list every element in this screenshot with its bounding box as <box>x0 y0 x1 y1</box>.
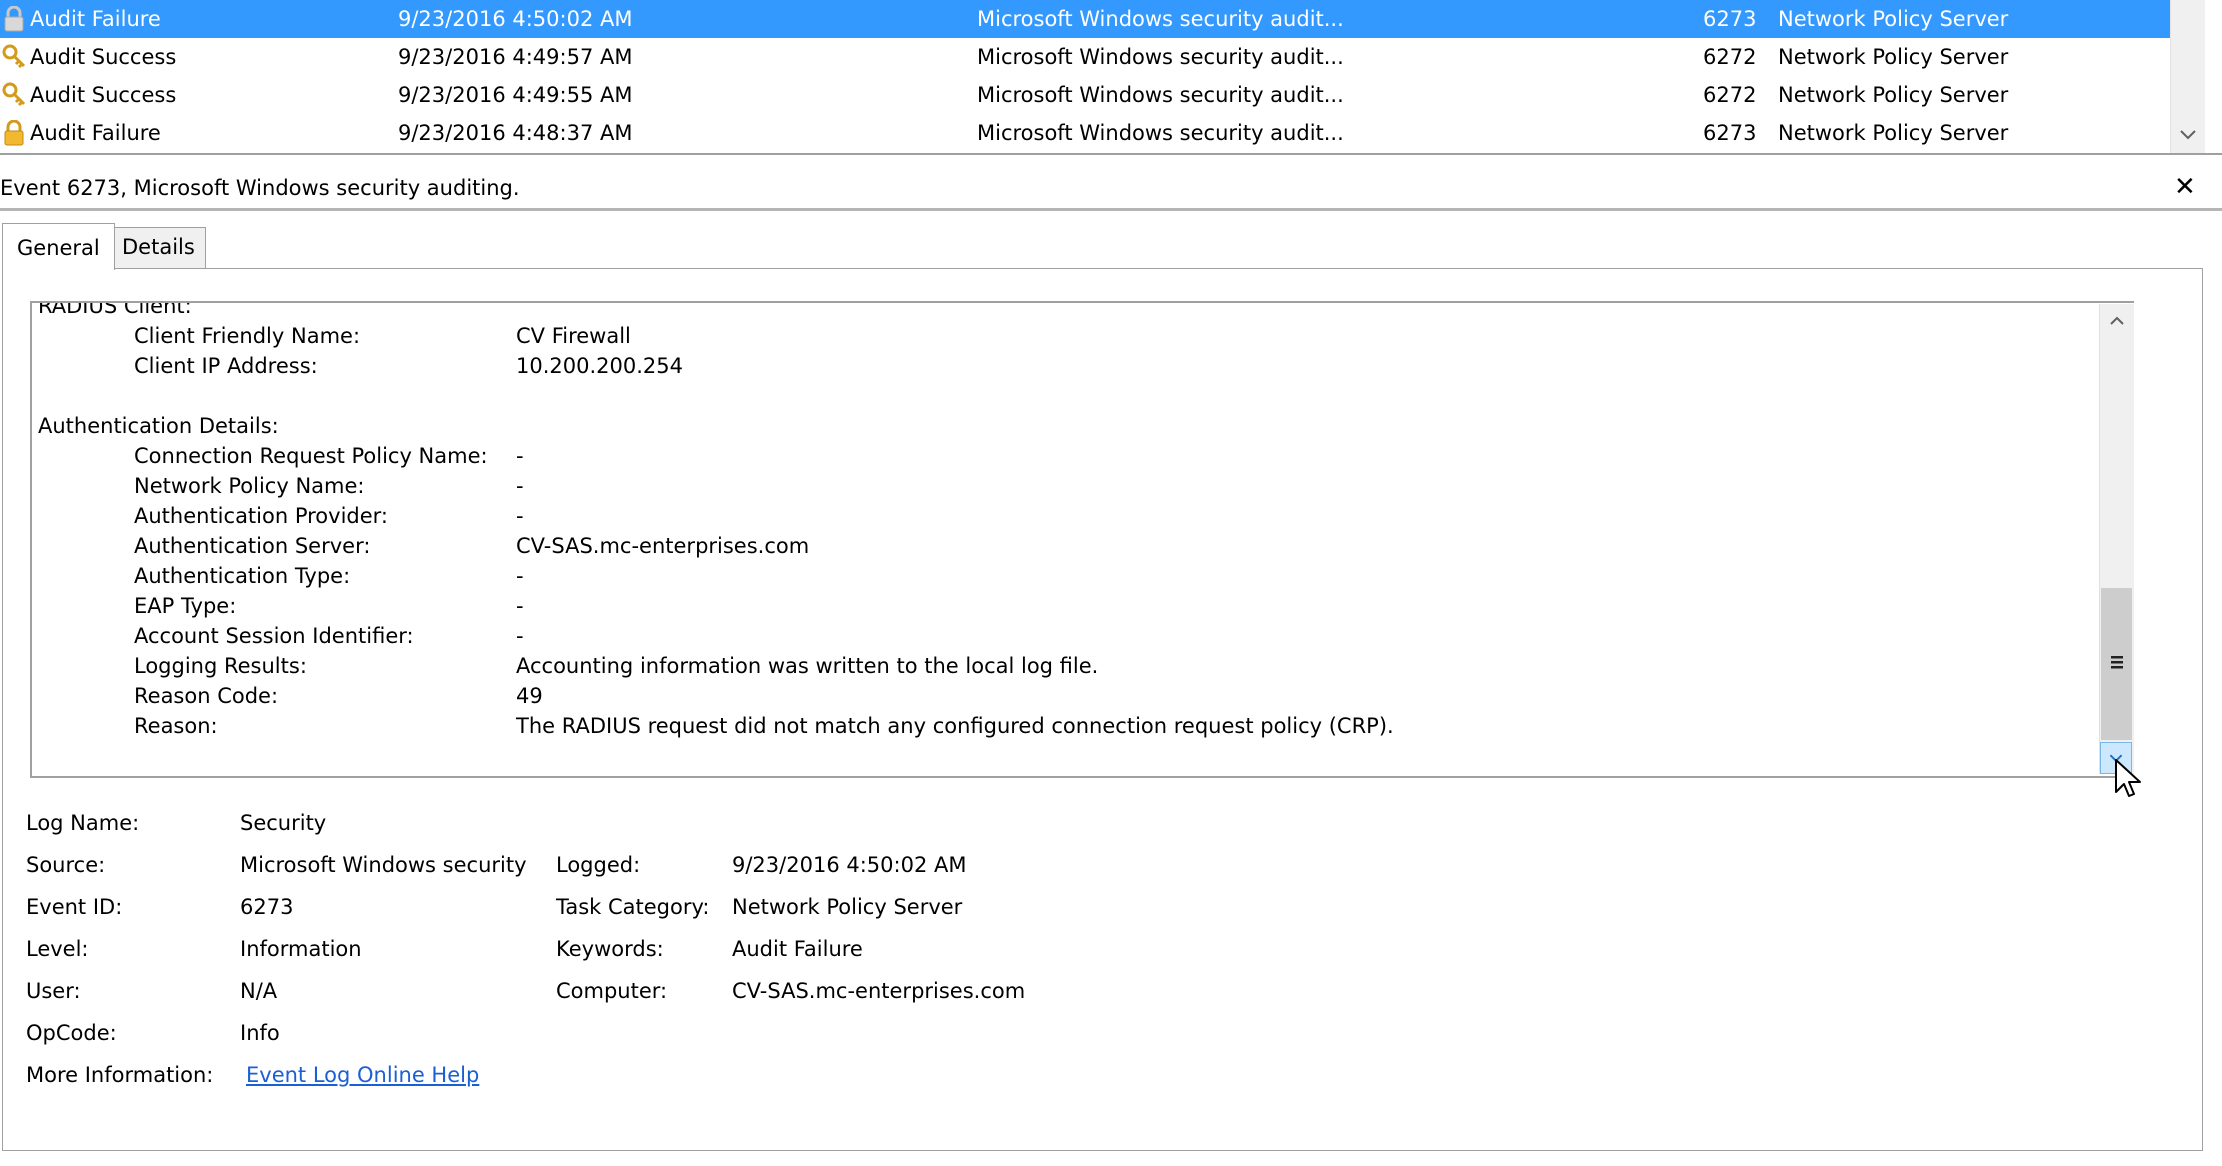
event-description[interactable]: RADIUS Client: Client Friendly Name: CV … <box>30 301 2134 778</box>
opcode-value: Info <box>240 1021 280 1045</box>
grip-icon <box>2111 656 2123 669</box>
close-icon[interactable]: ✕ <box>2174 170 2196 204</box>
keywords-label: Keywords: <box>556 937 664 961</box>
event-level: Audit Failure <box>30 7 161 31</box>
field-label: Account Session Identifier: <box>134 624 414 648</box>
event-row[interactable]: Audit Success 9/23/2016 4:49:55 AM Micro… <box>0 76 2170 114</box>
event-source: Microsoft Windows security audit... <box>977 45 1344 69</box>
event-source: Microsoft Windows security audit... <box>977 121 1344 145</box>
event-row[interactable]: Audit Failure 9/23/2016 4:48:37 AM Micro… <box>0 114 2170 152</box>
field-value: - <box>516 594 524 618</box>
field-label: Authentication Provider: <box>134 504 388 528</box>
event-category: Network Policy Server <box>1778 83 2009 107</box>
event-id-value: 6273 <box>240 895 294 919</box>
log-name-label: Log Name: <box>26 811 140 835</box>
keywords-value: Audit Failure <box>732 937 863 961</box>
scrollbar-thumb[interactable] <box>2101 588 2132 740</box>
tab-details[interactable]: Details <box>111 227 206 268</box>
event-category: Network Policy Server <box>1778 45 2009 69</box>
event-category: Network Policy Server <box>1778 7 2009 31</box>
field-value: CV Firewall <box>516 324 631 348</box>
computer-label: Computer: <box>556 979 668 1003</box>
section-header: RADIUS Client: <box>38 301 192 318</box>
field-label: Connection Request Policy Name: <box>134 444 488 468</box>
event-date: 9/23/2016 4:48:37 AM <box>398 121 633 145</box>
event-date: 9/23/2016 4:49:55 AM <box>398 83 633 107</box>
log-name-value: Security <box>240 811 327 835</box>
task-category-label: Task Category: <box>556 895 710 919</box>
key-icon <box>2 44 26 69</box>
field-value: CV-SAS.mc-enterprises.com <box>516 534 810 558</box>
event-level: Audit Success <box>30 45 177 69</box>
source-label: Source: <box>26 853 106 877</box>
key-icon <box>2 82 26 107</box>
event-log-help-link[interactable]: Event Log Online Help <box>246 1060 479 1090</box>
field-value: - <box>516 564 524 588</box>
field-label: EAP Type: <box>134 594 237 618</box>
lock-icon <box>4 120 24 146</box>
task-category-value: Network Policy Server <box>732 895 963 919</box>
field-label: Client IP Address: <box>134 354 318 378</box>
event-source: Microsoft Windows security audit... <box>977 83 1344 107</box>
field-value: - <box>516 624 524 648</box>
event-source: Microsoft Windows security audit... <box>977 7 1344 31</box>
section-header: Authentication Details: <box>38 414 279 438</box>
field-label: Network Policy Name: <box>134 474 365 498</box>
event-row[interactable]: Audit Failure 9/23/2016 4:50:02 AM Micro… <box>0 0 2170 38</box>
opcode-label: OpCode: <box>26 1021 117 1045</box>
field-value: 49 <box>516 684 543 708</box>
event-row[interactable]: Audit Success 9/23/2016 4:49:57 AM Micro… <box>0 38 2170 76</box>
tab-general[interactable]: General <box>2 223 115 270</box>
event-date: 9/23/2016 4:49:57 AM <box>398 45 633 69</box>
level-label: Level: <box>26 937 89 961</box>
event-list-scrollbar[interactable] <box>2170 0 2205 153</box>
chevron-up-icon[interactable] <box>2100 304 2134 338</box>
lock-icon <box>4 6 24 32</box>
preview-title: Event 6273, Microsoft Windows security a… <box>0 176 520 200</box>
description-scrollbar[interactable] <box>2099 304 2134 774</box>
field-label: Authentication Type: <box>134 564 351 588</box>
field-value: - <box>516 444 524 468</box>
event-id: 6273 <box>1703 121 1757 145</box>
computer-value: CV-SAS.mc-enterprises.com <box>732 979 1026 1003</box>
field-label: Reason: <box>134 714 218 738</box>
more-info-label: More Information: <box>26 1063 214 1087</box>
field-label: Logging Results: <box>134 654 307 678</box>
mouse-cursor-icon <box>2115 759 2141 797</box>
divider <box>0 208 2222 211</box>
field-label: Client Friendly Name: <box>134 324 361 348</box>
field-value: Accounting information was written to th… <box>516 654 1099 678</box>
source-value: Microsoft Windows security <box>240 853 527 877</box>
field-label: Reason Code: <box>134 684 279 708</box>
field-value: 10.200.200.254 <box>516 354 683 378</box>
event-id-label: Event ID: <box>26 895 123 919</box>
user-label: User: <box>26 979 81 1003</box>
field-value: - <box>516 474 524 498</box>
event-id: 6272 <box>1703 45 1757 69</box>
level-value: Information <box>240 937 362 961</box>
field-value: The RADIUS request did not match any con… <box>516 714 1394 738</box>
chevron-down-icon[interactable] <box>2171 117 2205 151</box>
user-value: N/A <box>240 979 278 1003</box>
field-label: Authentication Server: <box>134 534 371 558</box>
event-id: 6272 <box>1703 83 1757 107</box>
event-list[interactable]: Audit Failure 9/23/2016 4:50:02 AM Micro… <box>0 0 2222 155</box>
event-level: Audit Failure <box>30 121 161 145</box>
logged-value: 9/23/2016 4:50:02 AM <box>732 853 967 877</box>
event-level: Audit Success <box>30 83 177 107</box>
logged-label: Logged: <box>556 853 641 877</box>
field-value: - <box>516 504 524 528</box>
event-date: 9/23/2016 4:50:02 AM <box>398 7 633 31</box>
event-id: 6273 <box>1703 7 1757 31</box>
event-category: Network Policy Server <box>1778 121 2009 145</box>
